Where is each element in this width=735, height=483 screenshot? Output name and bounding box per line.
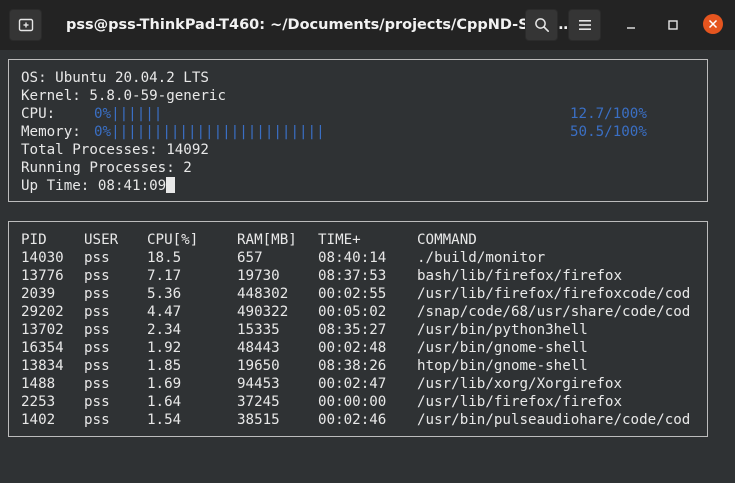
memory-usage-bar: 0%||||||||||||||||||||||||| — [94, 124, 325, 140]
process-cell-ram: 38515 — [237, 412, 280, 428]
process-cell-pid: 13702 — [21, 322, 64, 338]
process-cell-ram: 657 — [237, 250, 263, 266]
process-cell-cpu: 1.92 — [147, 340, 182, 356]
total-processes-line: Total Processes: 14092 — [21, 142, 209, 158]
cpu-usage-bar: 0%|||||| — [94, 106, 163, 122]
process-cell-cpu: 1.69 — [147, 376, 182, 392]
process-cell-user: pss — [84, 358, 110, 374]
new-tab-button[interactable] — [9, 9, 42, 41]
process-cell-time: 00:02:48 — [318, 340, 387, 356]
process-cell-command: /usr/lib/xorg/Xorgirefox — [417, 376, 622, 392]
process-cell-ram: 19650 — [237, 358, 280, 374]
new-tab-icon — [18, 18, 33, 32]
process-cell-pid: 2253 — [21, 394, 56, 410]
process-cell-cpu: 5.36 — [147, 286, 182, 302]
minimize-icon — [627, 27, 635, 29]
memory-usage-value: 50.5/100% — [570, 124, 647, 140]
process-cell-command: /usr/bin/python3hell — [417, 322, 588, 338]
maximize-icon — [668, 20, 678, 30]
os-line: OS: Ubuntu 20.04.2 LTS — [21, 70, 209, 86]
process-cell-pid: 1488 — [21, 376, 56, 392]
process-cell-user: pss — [84, 286, 110, 302]
process-cell-pid: 13776 — [21, 268, 64, 284]
column-header-user: USER — [84, 232, 119, 248]
process-cell-time: 08:40:14 — [318, 250, 387, 266]
process-cell-ram: 15335 — [237, 322, 280, 338]
title-bar: pss@pss-ThinkPad-T460: ~/Documents/proje… — [0, 0, 735, 50]
process-cell-user: pss — [84, 322, 110, 338]
close-icon — [708, 19, 718, 29]
cpu-usage-value: 12.7/100% — [570, 106, 647, 122]
process-cell-command: /usr/lib/firefox/firefox — [417, 394, 622, 410]
uptime-line: Up Time: 08:41:09 — [21, 177, 176, 195]
process-cell-cpu: 1.64 — [147, 394, 182, 410]
process-cell-user: pss — [84, 268, 110, 284]
process-cell-pid: 2039 — [21, 286, 56, 302]
process-cell-cpu: 2.34 — [147, 322, 182, 338]
process-cell-user: pss — [84, 412, 110, 428]
cpu-label: CPU: — [21, 106, 56, 122]
process-cell-ram: 37245 — [237, 394, 280, 410]
process-cell-cpu: 1.85 — [147, 358, 182, 374]
system-info-panel: OS: Ubuntu 20.04.2 LTS Kernel: 5.8.0-59-… — [8, 59, 708, 202]
window-title: pss@pss-ThinkPad-T460: ~/Documents/proje… — [66, 17, 569, 33]
process-cell-ram: 48443 — [237, 340, 280, 356]
process-cell-time: 08:38:26 — [318, 358, 387, 374]
uptime-text: Up Time: 08:41:09 — [21, 178, 167, 194]
process-cell-command: /usr/bin/gnome-shell — [417, 340, 588, 356]
process-cell-command: /usr/bin/pulseaudiohare/code/cod — [417, 412, 691, 428]
column-header-time: TIME+ — [318, 232, 361, 248]
process-cell-pid: 14030 — [21, 250, 64, 266]
minimize-button[interactable] — [622, 16, 640, 34]
process-cell-user: pss — [84, 394, 110, 410]
menu-button[interactable] — [568, 9, 601, 41]
process-cell-user: pss — [84, 376, 110, 392]
process-cell-user: pss — [84, 250, 110, 266]
column-header-command: COMMAND — [417, 232, 477, 248]
process-cell-time: 00:02:47 — [318, 376, 387, 392]
column-header-cpu: CPU[%] — [147, 232, 199, 248]
process-cell-ram: 448302 — [237, 286, 289, 302]
process-cell-command: /snap/code/68/usr/share/code/cod — [417, 304, 691, 320]
process-cell-time: 00:05:02 — [318, 304, 387, 320]
column-header-pid: PID — [21, 232, 47, 248]
process-cell-pid: 13834 — [21, 358, 64, 374]
hamburger-menu-icon — [578, 20, 591, 30]
process-cell-user: pss — [84, 340, 110, 356]
maximize-button[interactable] — [664, 16, 682, 34]
memory-label: Memory: — [21, 124, 81, 140]
process-cell-command: ./build/monitor — [417, 250, 546, 266]
running-processes-line: Running Processes: 2 — [21, 160, 192, 176]
process-cell-user: pss — [84, 304, 110, 320]
process-cell-command: /usr/lib/firefox/firefoxcode/cod — [417, 286, 691, 302]
process-cell-pid: 29202 — [21, 304, 64, 320]
close-button[interactable] — [703, 14, 723, 34]
kernel-line: Kernel: 5.8.0-59-generic — [21, 88, 226, 104]
process-cell-pid: 16354 — [21, 340, 64, 356]
process-cell-ram: 19730 — [237, 268, 280, 284]
process-cell-cpu: 18.5 — [147, 250, 182, 266]
process-cell-pid: 1402 — [21, 412, 56, 428]
process-cell-time: 00:02:55 — [318, 286, 387, 302]
process-cell-command: htop/bin/gnome-shell — [417, 358, 588, 374]
column-header-ram: RAM[MB] — [237, 232, 297, 248]
search-icon — [534, 18, 549, 32]
terminal-window: pss@pss-ThinkPad-T460: ~/Documents/proje… — [0, 0, 735, 483]
process-cell-time: 00:02:46 — [318, 412, 387, 428]
search-button[interactable] — [525, 9, 558, 41]
process-table-panel: PID USER CPU[%] RAM[MB] TIME+ COMMAND 14… — [8, 221, 708, 437]
process-cell-command: bash/lib/firefox/firefox — [417, 268, 622, 284]
process-cell-ram: 490322 — [237, 304, 289, 320]
process-cell-time: 08:37:53 — [318, 268, 387, 284]
process-cell-time: 08:35:27 — [318, 322, 387, 338]
process-cell-cpu: 7.17 — [147, 268, 182, 284]
process-cell-time: 00:00:00 — [318, 394, 387, 410]
process-cell-cpu: 1.54 — [147, 412, 182, 428]
process-cell-ram: 94453 — [237, 376, 280, 392]
process-cell-cpu: 4.47 — [147, 304, 182, 320]
terminal-cursor — [166, 177, 176, 193]
